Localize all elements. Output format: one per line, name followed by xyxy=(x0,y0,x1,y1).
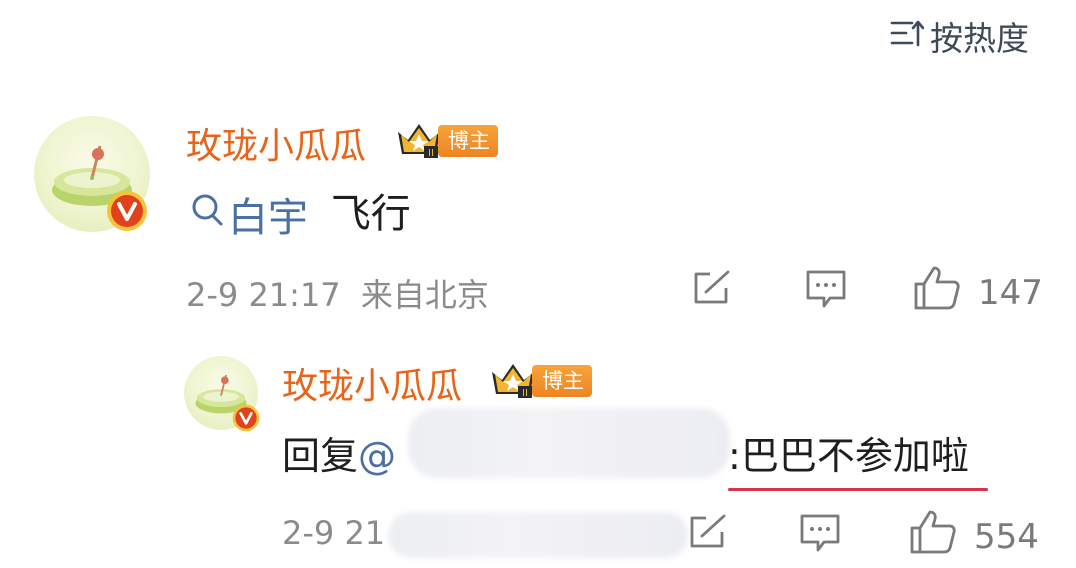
location: 来自北京 xyxy=(360,276,489,314)
comment-body: 白宇 飞行 xyxy=(190,181,411,243)
underline-annotation xyxy=(728,488,988,491)
comment-text: 飞行 xyxy=(330,191,411,237)
svg-text:II: II xyxy=(428,148,434,159)
crown-icon: II xyxy=(394,118,444,164)
like-button[interactable]: 147 xyxy=(912,264,1043,321)
comment-icon xyxy=(798,514,842,558)
redacted-location xyxy=(388,512,688,558)
comment-icon xyxy=(804,270,848,314)
reply-blogger-badge: II 博主 xyxy=(488,358,592,404)
reply-separator: : xyxy=(728,434,741,478)
reply-timestamp: 2-9 21 xyxy=(282,514,386,552)
share-button[interactable] xyxy=(690,268,734,312)
reply-like-button[interactable]: 554 xyxy=(908,508,1039,565)
reply-badge-label: 博主 xyxy=(532,365,592,397)
verified-icon xyxy=(106,190,148,232)
topic-text: 白宇 xyxy=(228,195,308,241)
reply-verified-icon xyxy=(232,404,260,432)
reply-prefix-group: 回复@ xyxy=(282,425,396,480)
search-icon xyxy=(190,191,224,237)
crown-icon: II xyxy=(488,358,538,404)
badge-label: 博主 xyxy=(438,125,498,157)
like-count: 147 xyxy=(978,272,1043,313)
reply-username[interactable]: 玫珑小瓜瓜 xyxy=(282,357,462,409)
sort-label: 按热度 xyxy=(930,19,1029,58)
redacted-username xyxy=(408,408,730,478)
username[interactable]: 玫珑小瓜瓜 xyxy=(186,117,366,169)
reply-comment-button[interactable] xyxy=(798,512,842,558)
share-icon xyxy=(690,270,734,312)
share-icon xyxy=(686,514,730,556)
comment-button[interactable] xyxy=(804,268,848,314)
reply-text: 巴巴不参加啦 xyxy=(740,434,969,478)
svg-text:II: II xyxy=(522,388,528,399)
reply-like-count: 554 xyxy=(974,516,1039,557)
sort-toggle[interactable]: 按热度 xyxy=(890,14,1029,58)
reply-share-button[interactable] xyxy=(686,512,730,556)
reply-body: :巴巴不参加啦 xyxy=(728,425,969,480)
blogger-badge: II 博主 xyxy=(394,118,498,164)
topic-link[interactable]: 白宇 xyxy=(190,185,308,243)
thumbs-up-icon xyxy=(912,264,962,321)
timestamp: 2-9 21:17 xyxy=(186,276,341,314)
sort-icon xyxy=(890,17,925,56)
comment-meta: 2-9 21:17 来自北京 xyxy=(186,270,489,316)
thumbs-up-icon xyxy=(908,508,958,565)
reply-prefix: 回复 xyxy=(282,434,359,478)
mention-link[interactable]: @ xyxy=(358,434,396,478)
